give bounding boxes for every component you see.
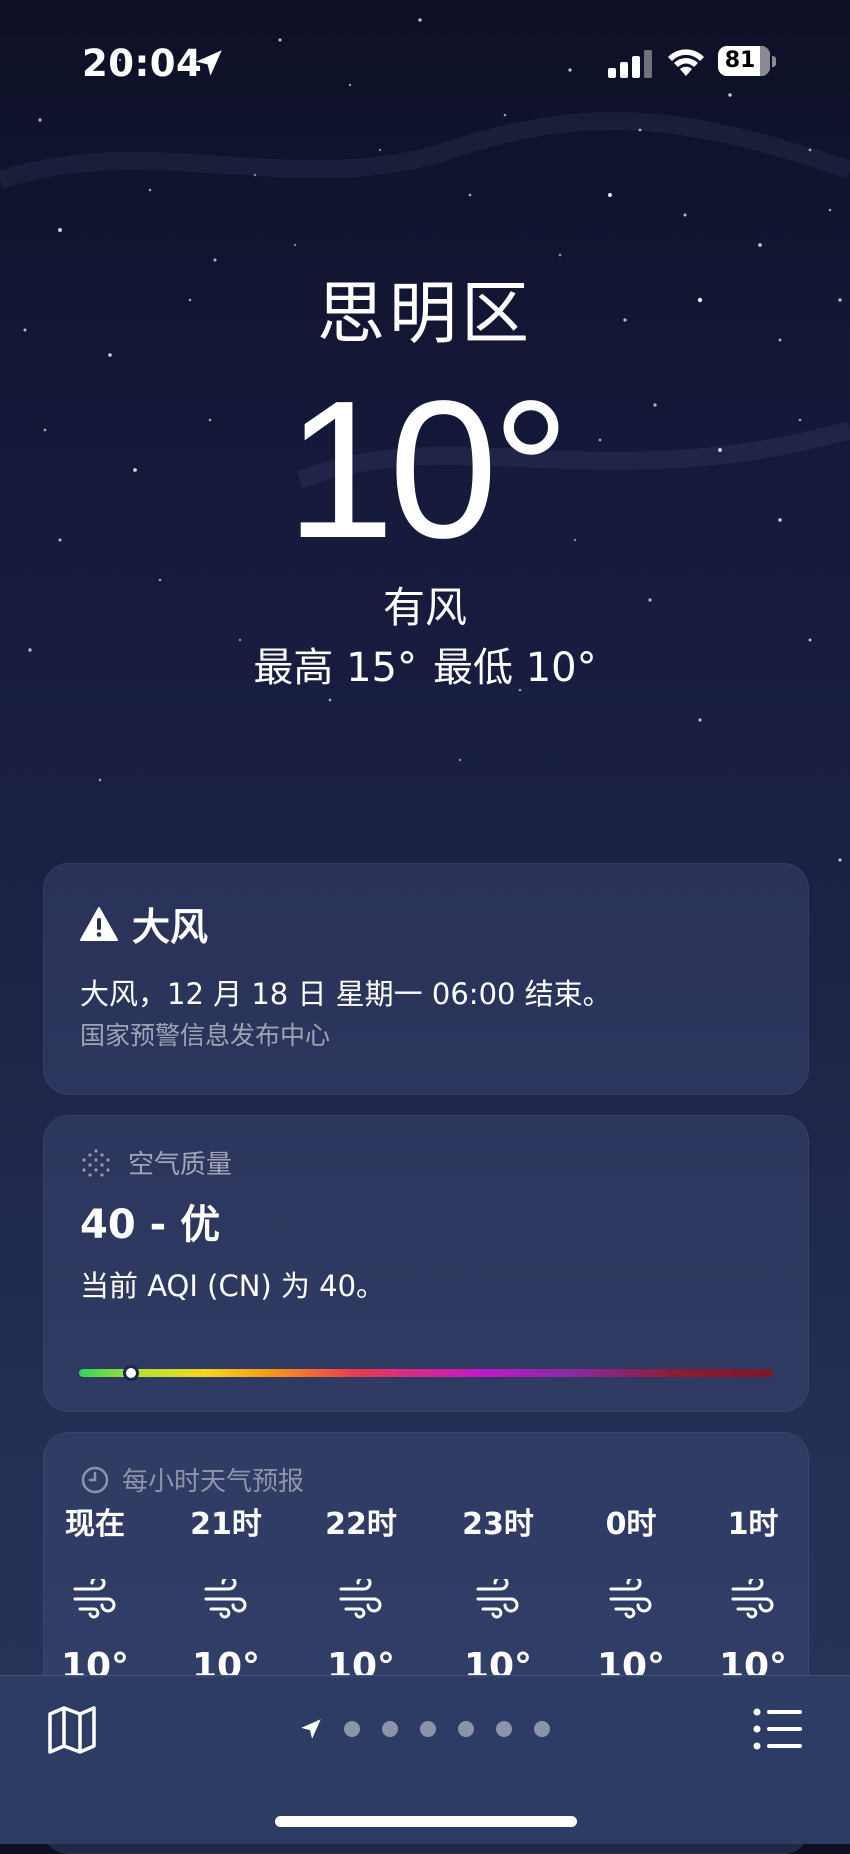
home-indicator[interactable] [275, 1816, 577, 1827]
location-arrow-icon [301, 1719, 321, 1739]
battery-level: 81 [724, 48, 756, 73]
hour-time: 现在 [65, 1507, 125, 1542]
alert-source: 国家预警信息发布中心 [80, 1021, 331, 1050]
hourly-item: 22时 10° [301, 1505, 421, 1687]
location-arrow-icon [196, 50, 222, 76]
wifi-icon [668, 49, 704, 76]
battery-indicator: 81 [718, 46, 776, 78]
status-time: 20:04 [82, 42, 203, 85]
weather-condition: 有风 [382, 583, 467, 632]
hour-time: 21时 [190, 1507, 262, 1542]
cellular-signal-icon [608, 50, 652, 78]
wind-icon [609, 1579, 652, 1619]
air-quality-header: 空气质量 [80, 1144, 232, 1181]
warning-triangle-icon [80, 906, 118, 941]
aqi-value: 40 - 优 [80, 1202, 221, 1248]
alert-title: 大风 [132, 905, 209, 949]
status-bar: 20:04 81 [0, 40, 850, 85]
air-quality-label: 空气质量 [128, 1150, 233, 1180]
map-icon[interactable] [46, 1704, 98, 1756]
page-dot[interactable] [382, 1721, 398, 1737]
wind-icon [731, 1579, 774, 1619]
hourly-forecast-label: 每小时天气预报 [122, 1467, 305, 1497]
low-temp: 最低 10° [433, 645, 597, 691]
current-temperature: 10° [285, 360, 570, 579]
hourly-item: 21时 10° [166, 1505, 286, 1687]
hour-time: 22时 [325, 1507, 397, 1542]
wind-icon [476, 1579, 519, 1619]
high-low-temps: 最高 15° 最低 10° [0, 640, 850, 696]
air-quality-card[interactable]: 空气质量 40 - 优 当前 AQI (CN) 为 40。 [43, 1115, 809, 1412]
hourly-item: 现在 10° [35, 1505, 155, 1687]
weather-alert-card[interactable]: 大风 大风，12 月 18 日 星期一 06:00 结束。 国家预警信息发布中心 [43, 863, 809, 1095]
page-dot[interactable] [420, 1721, 436, 1737]
current-weather: 思明区 10° 有风 最高 15° 最低 10° [0, 270, 850, 691]
hourly-item: 1时 10° [693, 1505, 813, 1687]
hour-time: 0时 [605, 1507, 657, 1542]
hourly-forecast-header: 每小时天气预报 [80, 1461, 304, 1498]
bottom-toolbar [0, 1675, 850, 1844]
hour-time: 23时 [462, 1507, 534, 1542]
page-dot[interactable] [496, 1721, 512, 1737]
page-dot[interactable] [534, 1721, 550, 1737]
wind-icon [73, 1579, 116, 1619]
page-indicator[interactable] [298, 1716, 572, 1742]
wind-icon [204, 1579, 247, 1619]
wind-icon [339, 1579, 382, 1619]
clock-icon [81, 1466, 109, 1493]
aqi-scale-bar [79, 1369, 773, 1377]
hourly-item: 0时 10° [571, 1505, 691, 1687]
hourly-item: 23时 10° [438, 1505, 558, 1687]
list-icon[interactable] [752, 1706, 804, 1752]
alert-description: 大风，12 月 18 日 星期一 06:00 结束。 [80, 977, 612, 1011]
aqi-description: 当前 AQI (CN) 为 40。 [80, 1269, 386, 1303]
city-name: 思明区 [316, 275, 533, 354]
page-dot[interactable] [458, 1721, 474, 1737]
high-temp: 最高 15° [253, 645, 417, 691]
hour-time: 1时 [727, 1507, 779, 1542]
aqi-indicator [123, 1365, 140, 1381]
air-quality-dots-icon [82, 1148, 110, 1177]
page-dot[interactable] [344, 1721, 360, 1737]
